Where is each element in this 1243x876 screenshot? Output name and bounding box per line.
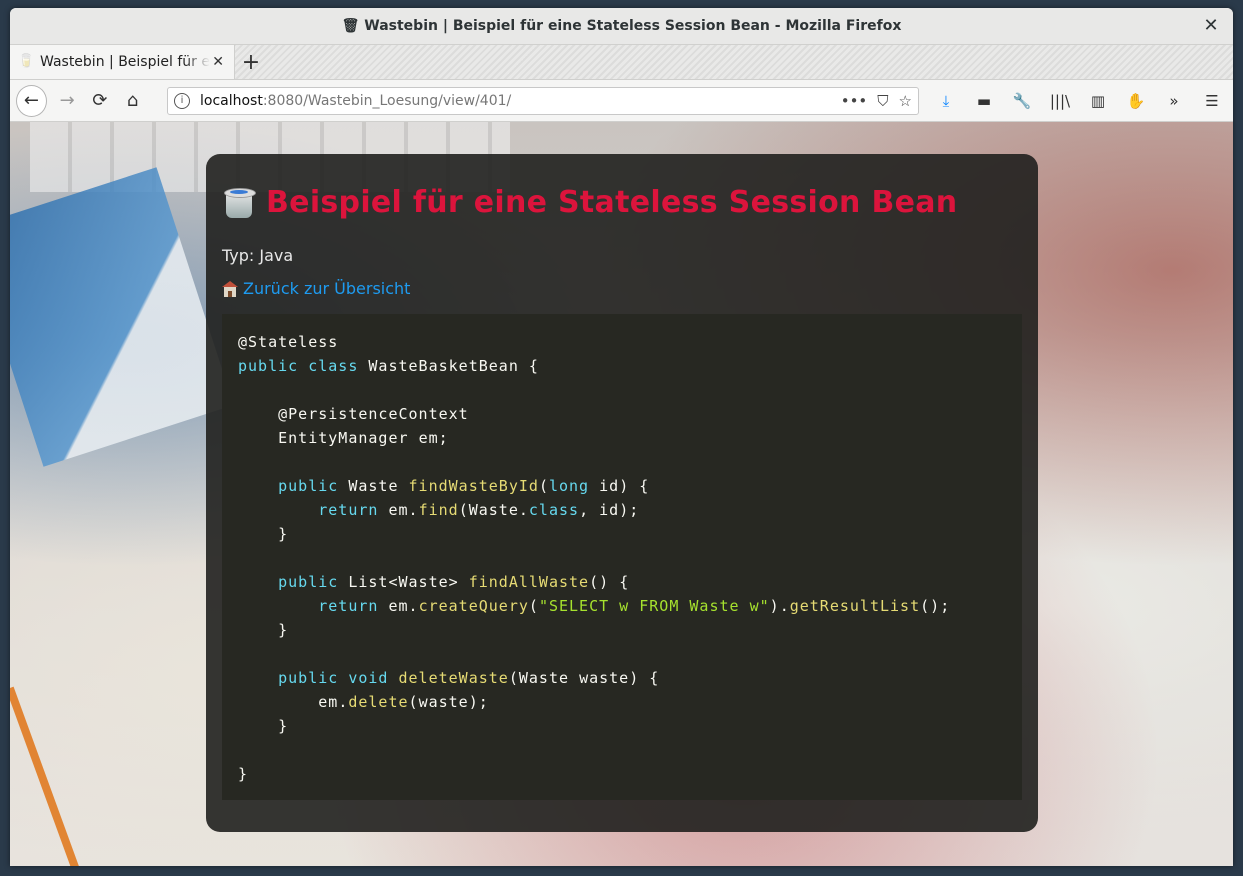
url-actions: ••• ⛉ ☆ [841,92,912,110]
background-pencil [10,686,82,866]
library-icon[interactable]: |||\ [1045,86,1075,116]
code-line: public class WasteBasketBean { [238,357,539,375]
tab-close-icon[interactable]: ✕ [212,54,224,70]
back-button[interactable]: ← [16,84,47,117]
forward-button[interactable]: → [53,86,82,116]
code-line: em.delete(waste); [318,693,489,711]
overflow-chevron-icon[interactable]: » [1159,86,1189,116]
window-title: 🗑 Wastebin | Beispiel für eine Stateless… [341,18,902,34]
toolbar-right: ⤓ ▬ 🔧 |||\ ▥ ✋ » ☰ [929,86,1229,116]
bucket-icon [222,184,256,220]
gnome-extension-icon[interactable]: ✋ [1121,86,1151,116]
code-line: return em.find(Waste.class, id); [318,501,640,519]
code-line: return em.createQuery("SELECT w FROM Was… [318,597,951,615]
code-line: } [238,765,249,783]
url-text[interactable]: localhost:8080/Wastebin_Loesung/view/401… [200,93,841,109]
code-block: @Stateless public class WasteBasketBean {… [222,314,1022,800]
url-bar[interactable]: i localhost:8080/Wastebin_Loesung/view/4… [167,86,919,115]
code-line: } [278,717,289,735]
tab-active[interactable]: 🥛 Wastebin | Beispiel für eine Stateless… [10,45,235,79]
pocket-icon[interactable]: ⛉ [877,92,888,110]
extension-icon[interactable]: ▬ [969,86,999,116]
tab-title: Wastebin | Beispiel für eine Stateless S… [40,54,210,70]
reload-button[interactable]: ⟳ [86,86,115,116]
close-window-icon[interactable]: ✕ [1201,16,1221,36]
url-path: :8080/Wastebin_Loesung/view/401/ [262,92,512,109]
site-info-icon[interactable]: i [174,92,190,109]
code-line: public void deleteWaste(Waste waste) { [278,669,660,687]
code-line: EntityManager em; [278,429,449,447]
tab-favicon-icon: 🥛 [18,54,35,69]
code-line: @Stateless [238,333,339,351]
code-line: } [278,621,289,639]
hamburger-menu-icon[interactable]: ☰ [1197,86,1227,116]
navigation-toolbar: ← → ⟳ ⌂ i localhost:8080/Wastebin_Loesun… [10,80,1233,122]
url-host: localhost [200,92,263,109]
page-viewport: Beispiel für eine Stateless Session Bean… [10,122,1233,866]
code-line: public Waste findWasteById(long id) { [278,477,650,495]
download-icon[interactable]: ⤓ [931,86,961,116]
back-to-overview-link[interactable]: Zurück zur Übersicht [222,279,1022,298]
page-heading: Beispiel für eine Stateless Session Bean [222,184,1022,220]
code-line: public List<Waste> findAllWaste() { [278,573,630,591]
home-button[interactable]: ⌂ [118,86,147,116]
type-line: Typ: Java [222,246,294,265]
new-tab-button[interactable]: + [235,45,267,79]
school-icon [222,280,238,297]
back-link-label: Zurück zur Übersicht [243,279,411,298]
sidebar-icon[interactable]: ▥ [1083,86,1113,116]
page-title: Beispiel für eine Stateless Session Bean [266,184,958,220]
code-line: } [278,525,289,543]
wrench-icon[interactable]: 🔧 [1007,86,1037,116]
background-book [10,167,234,467]
window-titlebar: 🗑 Wastebin | Beispiel für eine Stateless… [10,8,1233,45]
code-line: @PersistenceContext [278,405,469,423]
content-card: Beispiel für eine Stateless Session Bean… [206,154,1038,832]
tab-strip: 🥛 Wastebin | Beispiel für eine Stateless… [10,45,1233,80]
page-actions-icon[interactable]: ••• [841,92,868,110]
bookmark-star-icon[interactable]: ☆ [899,92,912,110]
browser-window: 🗑 Wastebin | Beispiel für eine Stateless… [10,8,1233,866]
